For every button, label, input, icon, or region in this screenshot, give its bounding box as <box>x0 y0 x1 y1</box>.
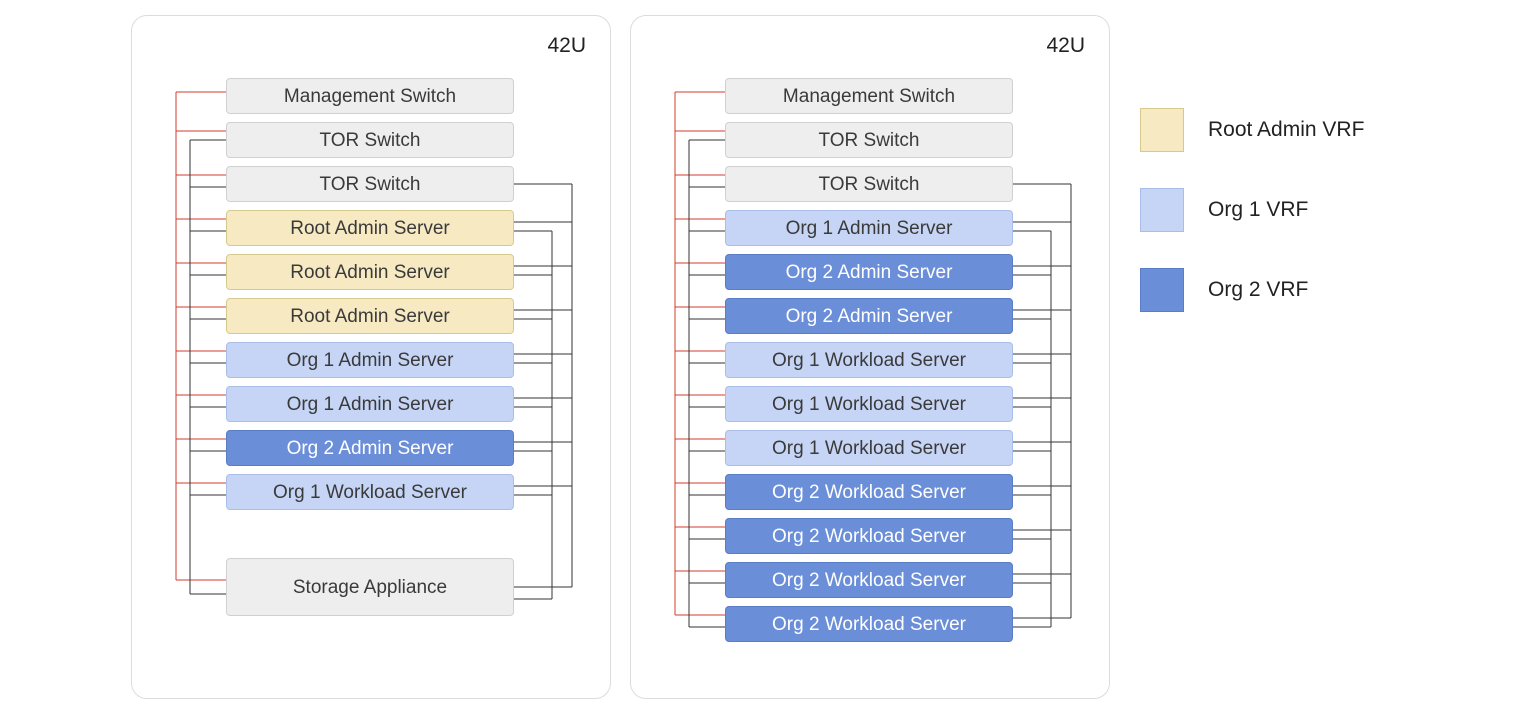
legend-label-root-admin-vrf: Root Admin VRF <box>1208 118 1364 142</box>
rack-right-node-8: Org 1 Workload Server <box>725 430 1013 466</box>
legend: Root Admin VRF Org 1 VRF Org 2 VRF <box>1140 108 1500 348</box>
rack-left-node-7: Org 1 Admin Server <box>226 386 514 422</box>
rack-left-node-1: TOR Switch <box>226 122 514 158</box>
rack-left-node-8: Org 2 Admin Server <box>226 430 514 466</box>
legend-label-org1-vrf: Org 1 VRF <box>1208 198 1308 222</box>
rack-left-title: 42U <box>547 34 586 58</box>
rack-right-node-10: Org 2 Workload Server <box>725 518 1013 554</box>
rack-left-node-10: Storage Appliance <box>226 558 514 616</box>
legend-swatch-root-admin-vrf <box>1140 108 1184 152</box>
legend-row-org2-vrf: Org 2 VRF <box>1140 268 1500 312</box>
legend-row-root-admin-vrf: Root Admin VRF <box>1140 108 1500 152</box>
rack-left-node-6: Org 1 Admin Server <box>226 342 514 378</box>
rack-right-node-12: Org 2 Workload Server <box>725 606 1013 642</box>
rack-right-node-1: TOR Switch <box>725 122 1013 158</box>
rack-right: 42U Management Switch TOR Switch TOR Swi… <box>630 15 1110 699</box>
rack-left: 42U Management Switch TOR Switch TOR Swi… <box>131 15 611 699</box>
rack-right-node-7: Org 1 Workload Server <box>725 386 1013 422</box>
rack-left-node-3: Root Admin Server <box>226 210 514 246</box>
rack-right-node-3: Org 1 Admin Server <box>725 210 1013 246</box>
rack-right-node-5: Org 2 Admin Server <box>725 298 1013 334</box>
rack-left-node-0: Management Switch <box>226 78 514 114</box>
rack-right-node-0: Management Switch <box>725 78 1013 114</box>
legend-label-org2-vrf: Org 2 VRF <box>1208 278 1308 302</box>
rack-right-title: 42U <box>1046 34 1085 58</box>
rack-right-node-11: Org 2 Workload Server <box>725 562 1013 598</box>
rack-left-node-5: Root Admin Server <box>226 298 514 334</box>
rack-right-node-6: Org 1 Workload Server <box>725 342 1013 378</box>
rack-left-node-4: Root Admin Server <box>226 254 514 290</box>
rack-left-node-9: Org 1 Workload Server <box>226 474 514 510</box>
rack-left-node-2: TOR Switch <box>226 166 514 202</box>
legend-row-org1-vrf: Org 1 VRF <box>1140 188 1500 232</box>
legend-swatch-org2-vrf <box>1140 268 1184 312</box>
rack-right-node-4: Org 2 Admin Server <box>725 254 1013 290</box>
rack-right-node-9: Org 2 Workload Server <box>725 474 1013 510</box>
legend-swatch-org1-vrf <box>1140 188 1184 232</box>
rack-right-node-2: TOR Switch <box>725 166 1013 202</box>
